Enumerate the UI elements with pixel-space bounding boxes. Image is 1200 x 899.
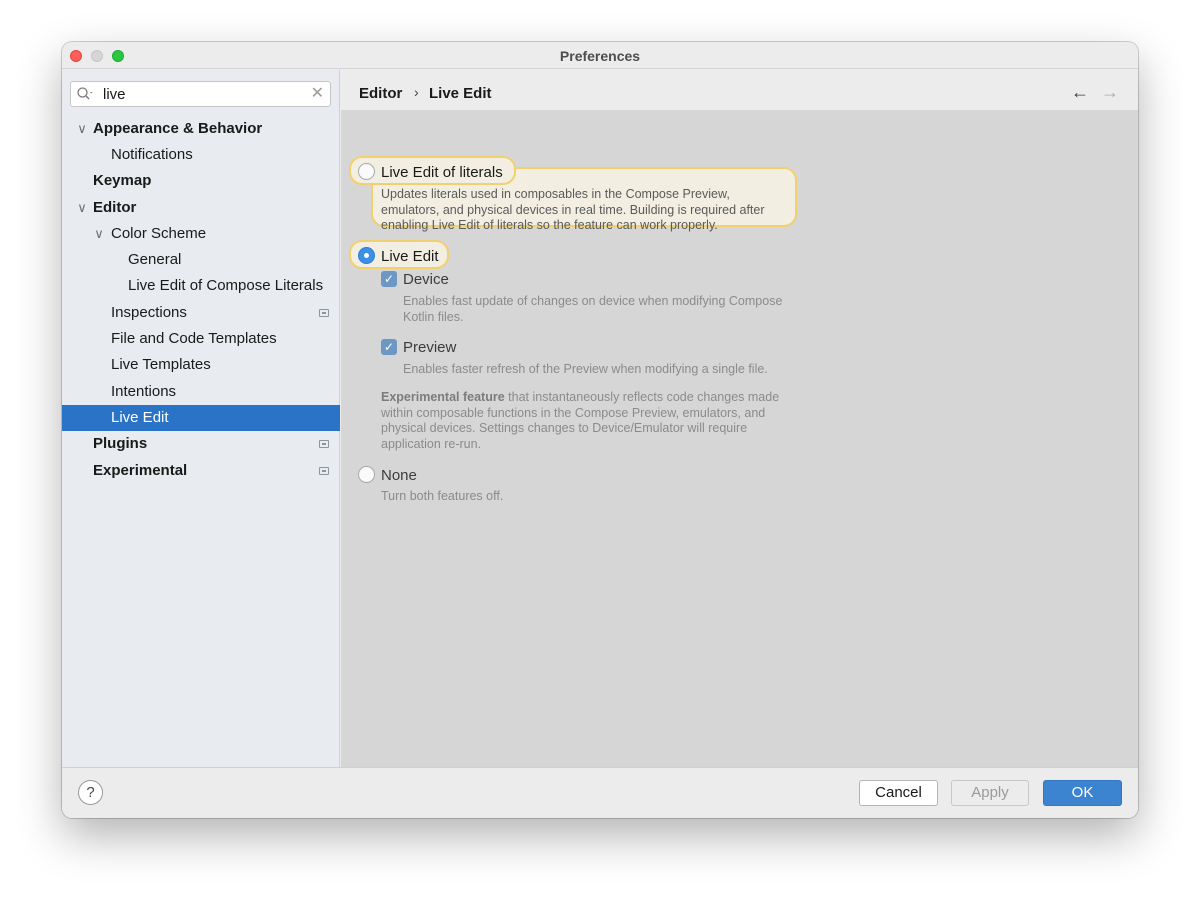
experimental-label: Experimental feature (381, 390, 505, 404)
preview-description: Enables faster refresh of the Preview wh… (403, 362, 768, 376)
search-icon (76, 86, 96, 102)
project-settings-icon (319, 467, 329, 475)
sidebar-item-label: Intentions (111, 383, 177, 400)
title-bar: Preferences (62, 42, 1138, 69)
literals-description: Updates literals used in composables in … (381, 187, 765, 232)
checkbox-device[interactable]: ✓ (381, 271, 397, 287)
sidebar-item-experimental[interactable]: Experimental (62, 458, 340, 484)
sidebar-item-plugins[interactable]: Plugins (62, 431, 340, 457)
experimental-description: Experimental feature that instantaneousl… (381, 390, 785, 452)
sidebar-item-label: File and Code Templates (111, 330, 277, 347)
none-description: Turn both features off. (381, 489, 504, 503)
sidebar-item-live-edit[interactable]: Live Edit (62, 405, 340, 431)
sidebar-item-live-templates[interactable]: Live Templates (62, 352, 340, 378)
sidebar-item-label: Editor (93, 199, 137, 216)
sidebar-item-label: Inspections (111, 304, 187, 321)
sidebar-item-label: Live Templates (111, 356, 211, 373)
option-label-live-edit-literals[interactable]: Live Edit of literals (381, 164, 503, 181)
sidebar-item-notifications[interactable]: Notifications (62, 142, 340, 168)
preferences-window: Preferences live ✕ ∨ Appearance & Behavi… (62, 42, 1138, 818)
arrow-left-icon[interactable]: ← (1071, 82, 1089, 103)
breadcrumb-current: Live Edit (429, 85, 492, 102)
device-description: Enables fast update of changes on device… (403, 294, 783, 324)
apply-button[interactable]: Apply (951, 780, 1029, 806)
sidebar-item-intentions[interactable]: Intentions (62, 379, 340, 405)
sidebar-item-appearance-behavior[interactable]: ∨ Appearance & Behavior (62, 116, 340, 142)
settings-content: Editor › Live Edit ← → Live Edit of lite… (341, 70, 1138, 767)
option-label-none[interactable]: None (381, 467, 417, 484)
sidebar-item-live-edit-compose-literals[interactable]: Live Edit of Compose Literals (62, 273, 340, 299)
sidebar-item-label: Color Scheme (111, 225, 207, 242)
radio-none[interactable] (358, 466, 375, 483)
sidebar-item-label: General (128, 251, 182, 268)
radio-live-edit[interactable] (358, 247, 375, 264)
search-input[interactable]: live ✕ (70, 81, 331, 107)
search-value: live (103, 86, 126, 103)
cancel-button[interactable]: Cancel (859, 780, 938, 806)
breadcrumb: Editor › Live Edit ← → (341, 70, 1138, 110)
settings-sidebar: live ✕ ∨ Appearance & Behavior Notificat… (62, 70, 340, 767)
breadcrumb-separator: › (414, 84, 419, 100)
project-settings-icon (319, 440, 329, 448)
clear-x-icon[interactable]: ✕ (311, 85, 324, 103)
sidebar-item-label: Plugins (93, 435, 148, 452)
sidebar-item-color-scheme[interactable]: ∨ Color Scheme (62, 221, 340, 247)
ok-button[interactable]: OK (1043, 780, 1122, 806)
chevron-down-icon[interactable]: ∨ (75, 195, 89, 221)
dialog-footer: ? Cancel Apply OK (62, 767, 1138, 818)
radio-live-edit-literals[interactable] (358, 163, 375, 180)
sidebar-item-label: Notifications (111, 146, 193, 163)
checkbox-label-device[interactable]: Device (403, 271, 449, 288)
breadcrumb-parent[interactable]: Editor (359, 85, 402, 102)
sidebar-item-keymap[interactable]: Keymap (62, 168, 340, 194)
help-button[interactable]: ? (78, 780, 103, 805)
sidebar-item-inspections[interactable]: Inspections (62, 300, 340, 326)
arrow-right-icon[interactable]: → (1101, 82, 1119, 103)
project-settings-icon (319, 309, 329, 317)
sidebar-item-label: Appearance & Behavior (93, 120, 263, 137)
sidebar-item-label: Keymap (93, 172, 152, 189)
sidebar-item-label: Experimental (93, 462, 188, 479)
sidebar-item-file-code-templates[interactable]: File and Code Templates (62, 326, 340, 352)
sidebar-item-label: Live Edit (111, 409, 169, 426)
window-title: Preferences (559, 48, 641, 64)
sidebar-item-label: Live Edit of Compose Literals (128, 277, 324, 294)
checkbox-label-preview[interactable]: Preview (403, 339, 456, 356)
checkbox-preview[interactable]: ✓ (381, 339, 397, 355)
chevron-down-icon[interactable]: ∨ (92, 221, 106, 247)
sidebar-item-editor[interactable]: ∨ Editor (62, 195, 340, 221)
chevron-down-icon[interactable]: ∨ (75, 116, 89, 142)
sidebar-item-general[interactable]: General (62, 247, 340, 273)
option-label-live-edit[interactable]: Live Edit (381, 248, 439, 265)
